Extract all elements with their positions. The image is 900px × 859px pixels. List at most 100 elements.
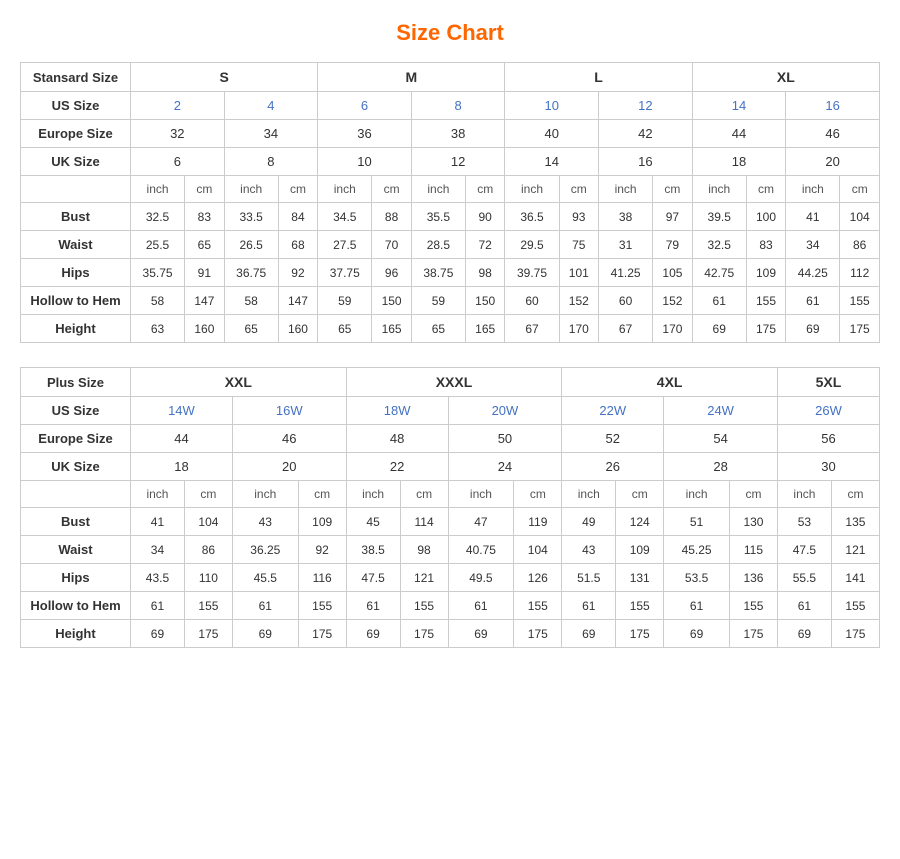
data-cell: 61: [562, 592, 616, 620]
data-cell: 69: [692, 315, 746, 343]
plus-uk-22: 22: [346, 453, 448, 481]
data-cell: 38: [599, 203, 653, 231]
data-cell: 55.5: [777, 564, 831, 592]
std-us-8: 8: [411, 92, 505, 120]
std-uk-12: 12: [411, 148, 505, 176]
std-us-16: 16: [786, 92, 880, 120]
data-cell: 36.25: [232, 536, 298, 564]
data-cell: 104: [840, 203, 880, 231]
5xl-group: 5XL: [777, 368, 879, 397]
europe-size-label: Europe Size: [21, 120, 131, 148]
data-cell: 43.5: [131, 564, 185, 592]
data-cell: 79: [653, 231, 693, 259]
std-eu-44: 44: [692, 120, 786, 148]
4xl-group: 4XL: [562, 368, 778, 397]
plus-uk-18: 18: [131, 453, 233, 481]
data-cell: 35.75: [131, 259, 185, 287]
data-cell: 109: [746, 259, 786, 287]
data-cell: 165: [465, 315, 505, 343]
data-cell: 160: [185, 315, 225, 343]
data-cell: 59: [411, 287, 465, 315]
plus-eu-50: 50: [448, 425, 562, 453]
data-cell: 32.5: [131, 203, 185, 231]
data-cell: 26.5: [224, 231, 278, 259]
data-cell: 112: [840, 259, 880, 287]
data-cell: 130: [729, 508, 777, 536]
data-cell: 39.75: [505, 259, 559, 287]
data-cell: 110: [184, 564, 232, 592]
data-cell: 38.5: [346, 536, 400, 564]
data-cell: 92: [278, 259, 318, 287]
data-cell: 43: [562, 536, 616, 564]
plus-header-row: Plus Size XXL XXXL 4XL 5XL: [21, 368, 880, 397]
data-cell: 59: [318, 287, 372, 315]
plus-europe-size-row: Europe Size 44 46 48 50 52 54 56: [21, 425, 880, 453]
plus-us-label: US Size: [21, 397, 131, 425]
std-uk-8: 8: [224, 148, 318, 176]
plus-eu-44: 44: [131, 425, 233, 453]
plus-us-size-row: US Size 14W 16W 18W 20W 22W 24W 26W: [21, 397, 880, 425]
plus-uk-28: 28: [664, 453, 778, 481]
plus-unit-row: inchcm inchcm inchcm inchcm inchcm inchc…: [21, 481, 880, 508]
data-cell: 91: [185, 259, 225, 287]
data-cell: 35.5: [411, 203, 465, 231]
plus-us-18w: 18W: [346, 397, 448, 425]
data-cell: 36.75: [224, 259, 278, 287]
data-cell: 61: [448, 592, 514, 620]
data-cell: 155: [840, 287, 880, 315]
std-uk-20: 20: [786, 148, 880, 176]
data-cell: 27.5: [318, 231, 372, 259]
data-cell: 155: [184, 592, 232, 620]
standard-size-label: Stansard Size: [21, 63, 131, 92]
std-eu-32: 32: [131, 120, 225, 148]
plus-us-26w: 26W: [777, 397, 879, 425]
data-cell: 65: [318, 315, 372, 343]
std-us-4: 4: [224, 92, 318, 120]
height-label: Height: [21, 315, 131, 343]
data-cell: 96: [372, 259, 412, 287]
std-uk-14: 14: [505, 148, 599, 176]
data-cell: 32.5: [692, 231, 746, 259]
data-cell: 67: [505, 315, 559, 343]
data-cell: 61: [346, 592, 400, 620]
data-cell: 86: [184, 536, 232, 564]
data-cell: 175: [616, 620, 664, 648]
data-cell: 49.5: [448, 564, 514, 592]
data-cell: 41: [131, 508, 185, 536]
uk-size-label: UK Size: [21, 148, 131, 176]
data-cell: 155: [746, 287, 786, 315]
data-cell: 121: [831, 536, 879, 564]
hips-label: Hips: [21, 259, 131, 287]
data-cell: 49: [562, 508, 616, 536]
data-cell: 155: [831, 592, 879, 620]
plus-uk-20: 20: [232, 453, 346, 481]
table-row: Hollow to Hem611556115561155611556115561…: [21, 592, 880, 620]
data-cell: 39.5: [692, 203, 746, 231]
table-row: Height6316065160651656516567170671706917…: [21, 315, 880, 343]
table-row: Height6917569175691756917569175691756917…: [21, 620, 880, 648]
data-cell: 109: [616, 536, 664, 564]
plus-size-section: Plus Size XXL XXXL 4XL 5XL US Size 14W 1…: [20, 367, 880, 648]
plus-eu-54: 54: [664, 425, 778, 453]
s-group: S: [131, 63, 318, 92]
hips-label: Hips: [21, 564, 131, 592]
data-cell: 47.5: [346, 564, 400, 592]
data-cell: 47: [448, 508, 514, 536]
data-cell: 83: [746, 231, 786, 259]
plus-eu-56: 56: [777, 425, 879, 453]
data-cell: 114: [400, 508, 448, 536]
data-cell: 152: [653, 287, 693, 315]
data-cell: 92: [298, 536, 346, 564]
data-cell: 170: [653, 315, 693, 343]
data-cell: 67: [599, 315, 653, 343]
data-cell: 175: [184, 620, 232, 648]
data-cell: 69: [346, 620, 400, 648]
xxl-group: XXL: [131, 368, 347, 397]
data-cell: 126: [514, 564, 562, 592]
std-unit-row: inchcm inchcm inchcm inchcm inchcm inchc…: [21, 176, 880, 203]
plus-size-label: Plus Size: [21, 368, 131, 397]
data-cell: 29.5: [505, 231, 559, 259]
data-cell: 93: [559, 203, 599, 231]
table-row: Waist25.56526.56827.57028.57229.57531793…: [21, 231, 880, 259]
data-cell: 175: [746, 315, 786, 343]
